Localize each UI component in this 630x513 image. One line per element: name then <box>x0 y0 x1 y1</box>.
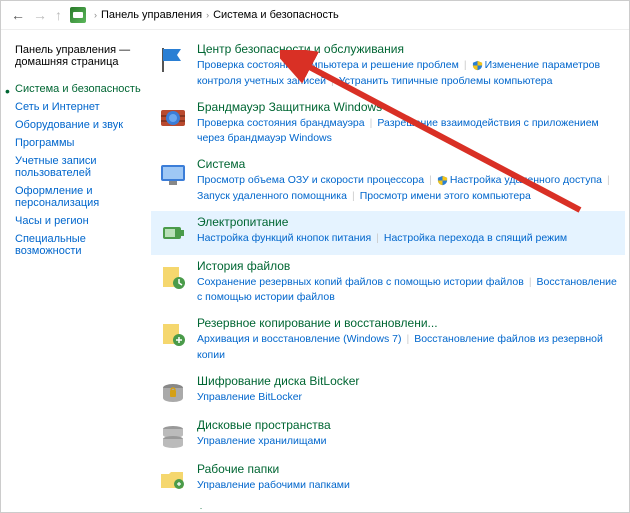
category-links: Проверка состояния брандмауэра|Разрешени… <box>197 116 619 148</box>
category-row: Рабочие папки Управление рабочими папками <box>151 458 625 502</box>
link-separator: | <box>352 190 355 202</box>
category-title[interactable]: Резервное копирование и восстановлени... <box>197 316 619 330</box>
category-row: Шифрование диска BitLocker Управление Bit… <box>151 370 625 414</box>
category-title[interactable]: Администрирование <box>197 506 619 510</box>
category-link[interactable]: Настройка функций кнопок питания <box>197 232 371 244</box>
category-row: Резервное копирование и восстановлени...… <box>151 312 625 370</box>
category-links: Просмотр объема ОЗУ и скорости процессор… <box>197 173 619 205</box>
history-icon <box>157 261 189 293</box>
link-separator: | <box>607 174 610 186</box>
sidebar-item[interactable]: Оборудование и звук <box>15 116 145 134</box>
main-panel: Центр безопасности и обслуживания Проверк… <box>151 30 629 509</box>
up-button[interactable]: ↑ <box>55 7 62 23</box>
category-row: Электропитание Настройка функций кнопок п… <box>151 211 625 255</box>
firewall-icon <box>157 102 189 134</box>
uac-shield-icon <box>437 175 448 186</box>
workfolders-icon <box>157 464 189 496</box>
category-row: АдминистрированиеОсвобождение места на д… <box>151 502 625 510</box>
category-title[interactable]: Система <box>197 157 619 171</box>
category-link[interactable]: Просмотр объема ОЗУ и скорости процессор… <box>197 174 424 186</box>
category-links: Проверка состояния компьютера и решение … <box>197 58 619 90</box>
category-links: Архивация и восстановление (Windows 7)|В… <box>197 332 619 364</box>
sidebar-list: Система и безопасностьСеть и ИнтернетОбо… <box>15 80 145 260</box>
category-link[interactable]: Настройка перехода в спящий режим <box>384 232 567 244</box>
sidebar-item[interactable]: Программы <box>15 134 145 152</box>
toolbar: ← → ↑ › Панель управления › Система и бе… <box>1 1 629 30</box>
category-title[interactable]: Электропитание <box>197 215 619 229</box>
system-icon <box>157 159 189 191</box>
category-row: Брандмауэр Защитника Windows Проверка сос… <box>151 96 625 154</box>
forward-button[interactable]: → <box>33 7 47 23</box>
breadcrumb-current[interactable]: Система и безопасность <box>213 9 339 21</box>
category-row: Система Просмотр объема ОЗУ и скорости пр… <box>151 153 625 211</box>
category-links: Настройка функций кнопок питания | Настрой… <box>197 231 619 247</box>
category-title[interactable]: Дисковые пространства <box>197 418 619 432</box>
category-link[interactable]: Управление BitLocker <box>197 391 302 403</box>
back-button[interactable]: ← <box>11 7 25 23</box>
sidebar: Панель управления — домашняя страница Си… <box>1 30 151 509</box>
category-links: Сохранение резервных копий файлов с помо… <box>197 275 619 307</box>
control-panel-home-link[interactable]: Панель управления — домашняя страница <box>15 44 145 68</box>
category-row: Дисковые пространства Управление хранилищ… <box>151 414 625 458</box>
category-row: Центр безопасности и обслуживания Проверк… <box>151 38 625 96</box>
storage-icon <box>157 420 189 452</box>
category-link[interactable]: Запуск удаленного помощника <box>197 190 347 202</box>
power-icon <box>157 217 189 249</box>
category-links: Управление рабочими папками <box>197 478 619 494</box>
flag-icon <box>157 44 189 76</box>
category-title[interactable]: Рабочие папки <box>197 462 619 476</box>
sidebar-item[interactable]: Оформление и персонализация <box>15 182 145 212</box>
link-separator: | <box>464 59 467 71</box>
category-row: История файлов Сохранение резервных копий… <box>151 255 625 313</box>
content-area: Панель управления — домашняя страница Си… <box>1 30 629 509</box>
category-links: Управление BitLocker <box>197 390 619 406</box>
admin-icon <box>157 508 189 510</box>
category-link[interactable]: Проверка состояния брандмауэра <box>197 117 365 129</box>
category-title[interactable]: Центр безопасности и обслуживания <box>197 42 619 56</box>
category-link[interactable]: Сохранение резервных копий файлов с помо… <box>197 276 524 288</box>
breadcrumb: › Панель управления › Система и безопасн… <box>94 9 339 21</box>
link-separator: | <box>529 276 532 288</box>
chevron-icon: › <box>94 10 97 20</box>
category-links: Управление хранилищами <box>197 434 619 450</box>
category-link[interactable]: Проверка состояния компьютера и решение … <box>197 59 459 71</box>
category-title[interactable]: Шифрование диска BitLocker <box>197 374 619 388</box>
category-title[interactable]: Брандмауэр Защитника Windows <box>197 100 619 114</box>
sidebar-item[interactable]: Сеть и Интернет <box>15 98 145 116</box>
control-panel-icon <box>70 7 86 23</box>
category-link[interactable]: Просмотр имени этого компьютера <box>360 190 531 202</box>
category-link[interactable]: Настройка удаленного доступа <box>450 174 602 186</box>
bitlocker-icon <box>157 376 189 408</box>
sidebar-item[interactable]: Система и безопасность <box>15 80 145 98</box>
link-separator: | <box>376 232 379 244</box>
home-link-line1: Панель управления — <box>15 44 145 56</box>
backup-icon <box>157 318 189 350</box>
home-link-line2: домашняя страница <box>15 56 145 68</box>
category-link[interactable]: Управление рабочими папками <box>197 479 350 491</box>
category-link[interactable]: Управление хранилищами <box>197 435 326 447</box>
sidebar-item[interactable]: Учетные записи пользователей <box>15 152 145 182</box>
breadcrumb-root[interactable]: Панель управления <box>101 9 202 21</box>
sidebar-item[interactable]: Специальные возможности <box>15 230 145 260</box>
uac-shield-icon <box>472 60 483 71</box>
category-link[interactable]: Устранить типичные проблемы компьютера <box>339 75 553 87</box>
category-link[interactable]: Архивация и восстановление (Windows 7) <box>197 333 401 345</box>
link-separator: | <box>406 333 409 345</box>
link-separator: | <box>429 174 432 186</box>
chevron-icon: › <box>206 10 209 20</box>
category-title[interactable]: История файлов <box>197 259 619 273</box>
sidebar-item[interactable]: Часы и регион <box>15 212 145 230</box>
link-separator: | <box>331 75 334 87</box>
link-separator: | <box>370 117 373 129</box>
